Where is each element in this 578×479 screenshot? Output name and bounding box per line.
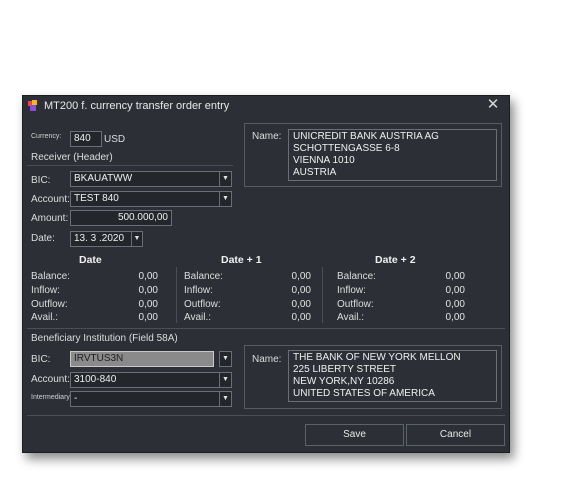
receiver-account-label: Account: xyxy=(31,194,70,205)
balance-row-label: Outflow: xyxy=(337,299,374,310)
balance-row-value: 0,00 xyxy=(291,271,311,282)
currency-unit: USD xyxy=(104,134,126,145)
amount-input[interactable]: 500.000,00 xyxy=(70,210,172,226)
date-picker[interactable]: 13. 3 .2020 xyxy=(70,231,136,247)
chevron-down-icon[interactable]: ▼ xyxy=(219,171,232,187)
close-icon[interactable]: ✕ xyxy=(485,97,501,113)
beneficiary-account-label: Account: xyxy=(31,374,70,385)
balance-row-label: Avail.: xyxy=(337,312,365,323)
chevron-down-icon[interactable]: ▼ xyxy=(219,391,232,407)
chevron-down-icon[interactable]: ▼ xyxy=(219,372,232,388)
balance-row-value: 0,00 xyxy=(291,285,311,296)
balance-row-label: Avail.: xyxy=(31,312,59,323)
chevron-down-icon[interactable]: ▼ xyxy=(219,351,232,367)
receiver-section-label: Receiver (Header) xyxy=(31,152,113,163)
beneficiary-section-label: Beneficiary Institution (Field 58A) xyxy=(31,333,178,344)
beneficiary-account-combo[interactable]: 3100-840 xyxy=(70,372,220,388)
balance-row-label: Balance: xyxy=(337,271,376,282)
balance-row-label: Inflow: xyxy=(31,285,60,296)
beneficiary-name-textarea[interactable]: THE BANK OF NEW YORK MELLON 225 LIBERTY … xyxy=(288,350,497,402)
balance-column-header: Date xyxy=(79,254,102,266)
balance-row-value: 0,00 xyxy=(138,312,158,323)
balance-row-label: Balance: xyxy=(184,271,223,282)
chevron-down-icon[interactable]: ▼ xyxy=(219,191,232,207)
receiver-bic-label: BIC: xyxy=(31,175,51,186)
app-logo-icon xyxy=(28,100,37,111)
beneficiary-name-label: Name: xyxy=(252,354,282,365)
receiver-name-line: AUSTRIA xyxy=(293,167,337,178)
beneficiary-name-line: 225 LIBERTY STREET xyxy=(293,364,397,375)
balance-row-label: Outflow: xyxy=(184,299,221,310)
balance-row-label: Inflow: xyxy=(184,285,213,296)
balance-column-header: Date + 1 xyxy=(221,254,262,266)
window-title: MT200 f. currency transfer order entry xyxy=(44,100,230,112)
balance-row-value: 0,00 xyxy=(291,312,311,323)
currency-label: Currency: xyxy=(31,133,62,140)
balance-row-value: 0,00 xyxy=(445,271,465,282)
beneficiary-bic-combo[interactable]: IRVTUS3N xyxy=(70,351,214,367)
date-label: Date: xyxy=(31,233,55,244)
receiver-name-line: SCHOTTENGASSE 6-8 xyxy=(293,143,400,154)
receiver-name-label: Name: xyxy=(252,131,282,142)
receiver-bic-combo[interactable]: BKAUATWW xyxy=(70,171,220,187)
receiver-account-combo[interactable]: TEST 840 xyxy=(70,191,220,207)
amount-label: Amount: xyxy=(31,213,69,224)
balance-row-value: 0,00 xyxy=(445,312,465,323)
balance-row-label: Inflow: xyxy=(337,285,366,296)
column-divider xyxy=(322,267,323,323)
intermediary-combo[interactable]: - xyxy=(70,391,220,407)
transfer-order-dialog: MT200 f. currency transfer order entry ✕… xyxy=(22,95,510,453)
receiver-name-textarea[interactable]: UNICREDIT BANK AUSTRIA AG SCHOTTENGASSE … xyxy=(288,129,497,181)
chevron-down-icon[interactable]: ▼ xyxy=(131,231,143,247)
balances-divider xyxy=(27,328,505,329)
receiver-divider xyxy=(27,165,233,166)
balance-row-value: 0,00 xyxy=(291,299,311,310)
cancel-button[interactable]: Cancel xyxy=(406,424,505,446)
intermediary-label: Intermediary: xyxy=(31,394,72,401)
balance-row-value: 0,00 xyxy=(445,285,465,296)
currency-code-input[interactable]: 840 xyxy=(70,131,102,147)
title-bar: MT200 f. currency transfer order entry ✕ xyxy=(23,96,509,116)
footer-divider xyxy=(27,415,505,416)
balance-column-header: Date + 2 xyxy=(375,254,416,266)
column-divider xyxy=(176,267,177,323)
balance-row-value: 0,00 xyxy=(138,271,158,282)
balance-row-label: Avail.: xyxy=(184,312,212,323)
beneficiary-name-line: UNITED STATES OF AMERICA xyxy=(293,388,435,399)
balance-row-value: 0,00 xyxy=(138,285,158,296)
receiver-name-line: VIENNA 1010 xyxy=(293,155,355,166)
balance-row-label: Balance: xyxy=(31,271,70,282)
receiver-name-line: UNICREDIT BANK AUSTRIA AG xyxy=(293,131,439,142)
save-button[interactable]: Save xyxy=(305,424,404,446)
beneficiary-name-line: NEW YORK,NY 10286 xyxy=(293,376,395,387)
balance-row-value: 0,00 xyxy=(445,299,465,310)
balance-row-value: 0,00 xyxy=(138,299,158,310)
beneficiary-name-line: THE BANK OF NEW YORK MELLON xyxy=(293,352,461,363)
beneficiary-bic-label: BIC: xyxy=(31,354,51,365)
balance-row-label: Outflow: xyxy=(31,299,68,310)
